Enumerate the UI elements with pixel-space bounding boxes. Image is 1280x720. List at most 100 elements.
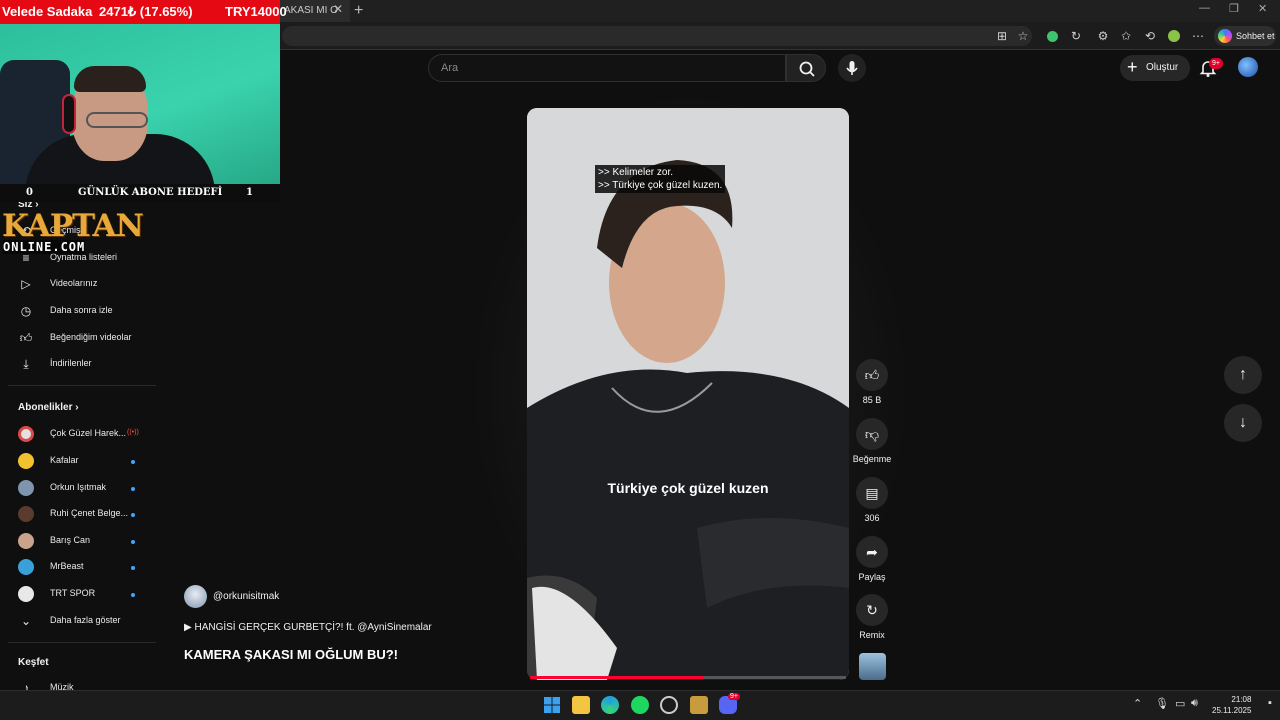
sidebar-item-label: Kafalar xyxy=(50,455,79,465)
search-icon xyxy=(799,61,815,77)
like-action[interactable]: 👍︎ 85 B xyxy=(852,359,892,405)
goal-label: GÜNLÜK ABONE HEDEFİ xyxy=(78,187,223,198)
download-icon: ⤓ xyxy=(23,357,29,371)
clock-time: 21:08 xyxy=(1231,695,1252,704)
sidebar-subscription-ruhi-cenet[interactable]: Ruhi Çenet Belge... xyxy=(0,501,160,527)
comment-count: 306 xyxy=(864,513,880,523)
sidebar-subscription-cok-guzel-hareketler[interactable]: Çok Güzel Harek... ((•)) xyxy=(0,421,160,447)
sidebar-subscription-orkun-isitmak[interactable]: Orkun Işıtmak xyxy=(0,475,160,501)
sidebar-item-label: Beğendiğim videolar xyxy=(50,332,132,342)
close-window-button[interactable]: ✕ xyxy=(1258,2,1267,15)
sidebar-subscription-baris-can[interactable]: Barış Can xyxy=(0,528,160,554)
remix-action[interactable]: ↻ Remix xyxy=(852,594,892,640)
search-button[interactable] xyxy=(786,54,826,82)
sidebar: Siz › ⟲ Geçmiş ≡ Oynatma listeleri ▷ Videol… xyxy=(0,195,160,695)
kaptan-logo: KAPTAN xyxy=(2,208,144,244)
sidebar-item-label: MrBeast xyxy=(50,561,84,571)
chevron-down-icon: ⌄ xyxy=(20,614,32,628)
system-clock[interactable]: 21:08 25.11.2025 xyxy=(1212,694,1251,716)
channel-avatar xyxy=(18,453,34,469)
sidebar-subscription-trt-spor[interactable]: TRT SPOR xyxy=(0,581,160,607)
file-explorer-icon[interactable] xyxy=(572,696,590,714)
sidebar-subscriptions-label: Abonelikler xyxy=(18,402,73,413)
edge-browser-icon[interactable] xyxy=(601,696,619,714)
copilot-icon xyxy=(1218,29,1232,43)
thumbs-up-icon[interactable]: 👍︎ xyxy=(856,359,888,391)
tray-chevron-icon[interactable]: ⌃ xyxy=(1133,697,1142,710)
sidebar-item-downloads[interactable]: ⤓ İndirilenler xyxy=(0,351,160,377)
share-icon[interactable]: ➦ xyxy=(856,536,888,568)
related-video-link[interactable]: ▶ HANGİSİ GERÇEK GURBETÇİ?! ft. @AyniSin… xyxy=(184,622,432,633)
dislike-action[interactable]: 👎︎ Beğenme xyxy=(852,418,892,464)
new-content-dot xyxy=(131,540,135,544)
url-field[interactable] xyxy=(282,26,1032,46)
sidebar-subscription-mrbeast[interactable]: MrBeast xyxy=(0,554,160,580)
volume-icon[interactable]: 🔊︎ xyxy=(1191,697,1198,710)
sidebar-show-more[interactable]: ⌄ Daha fazla göster xyxy=(0,608,160,634)
discord-badge: 9+ xyxy=(728,693,740,700)
webcam-feed xyxy=(0,24,280,184)
glasses xyxy=(86,112,148,128)
thumbs-down-icon[interactable]: 👎︎ xyxy=(856,418,888,450)
tab-close-icon[interactable]: ✕ xyxy=(333,2,343,16)
sidebar-item-label: Orkun Işıtmak xyxy=(50,482,107,492)
donation-overlay-bar: Velede Sadaka 2471₺ (17.65%) TRY14000 xyxy=(0,0,287,24)
refresh-extension-icon[interactable]: ↻ xyxy=(1068,28,1084,44)
comments-action[interactable]: ▤ 306 xyxy=(852,477,892,523)
search-input[interactable]: Ara xyxy=(428,54,786,82)
account-avatar[interactable] xyxy=(1238,57,1258,77)
voice-search-button[interactable] xyxy=(838,54,866,82)
kaptan-logo-domain: ONLINE.COM xyxy=(3,240,86,254)
arrow-down-icon: ↓ xyxy=(1239,414,1247,431)
subscriber-goal-bar: 0 GÜNLÜK ABONE HEDEFİ 1 xyxy=(0,184,280,202)
channel-avatar xyxy=(18,480,34,496)
comment-icon[interactable]: ▤ xyxy=(856,477,888,509)
next-short-button[interactable]: ↓ xyxy=(1224,404,1262,442)
video-progress-bar[interactable] xyxy=(530,676,846,679)
channel-avatar xyxy=(18,586,34,602)
caption-box: >> Kelimeler zor. >> Türkiye çok güzel k… xyxy=(595,165,726,193)
channel-avatar[interactable] xyxy=(184,585,207,608)
collections-icon[interactable]: ✩ xyxy=(1118,28,1134,44)
previous-short-button[interactable]: ↑ xyxy=(1224,356,1262,394)
windows-start-icon[interactable] xyxy=(543,696,561,714)
sidebar-item-your-videos[interactable]: ▷ Videolarınız xyxy=(0,271,160,297)
caption-line-2: >> Türkiye çok güzel kuzen. xyxy=(598,180,723,191)
video-progress-fill xyxy=(530,676,704,679)
microphone-icon xyxy=(846,61,858,75)
profile-icon[interactable] xyxy=(1166,28,1182,44)
plus-icon: + xyxy=(1127,57,1138,77)
arrow-up-icon: ↑ xyxy=(1239,366,1247,383)
goal-end: 1 xyxy=(246,187,253,198)
minimize-button[interactable]: — xyxy=(1199,2,1210,14)
shield-extension-icon[interactable] xyxy=(1044,28,1060,44)
favorite-star-icon[interactable]: ☆ xyxy=(1015,28,1031,44)
sidebar-item-liked-videos[interactable]: 👍︎ Beğendiğim videolar xyxy=(0,325,160,351)
sound-thumbnail[interactable] xyxy=(859,653,886,680)
spotify-icon[interactable] xyxy=(631,696,649,714)
remix-icon[interactable]: ↻ xyxy=(856,594,888,626)
microphone-tray-icon[interactable]: 🎙︎ xyxy=(1155,697,1169,710)
sidebar-subscription-kafalar[interactable]: Kafalar xyxy=(0,448,160,474)
chevron-right-icon: › xyxy=(75,402,79,413)
extensions-icon[interactable]: ⚙ xyxy=(1095,28,1111,44)
shorts-video-player[interactable] xyxy=(527,108,849,680)
thumbs-up-icon: 👍︎ xyxy=(19,331,33,345)
donation-amount: 2471₺ (17.65%) xyxy=(99,4,193,19)
league-launcher-icon[interactable] xyxy=(690,696,708,714)
restore-button[interactable]: ❐ xyxy=(1229,2,1239,15)
channel-avatar xyxy=(18,426,34,442)
share-action[interactable]: ➦ Paylaş xyxy=(852,536,892,582)
history-toolbar-icon[interactable]: ⟲ xyxy=(1142,28,1158,44)
new-content-dot xyxy=(131,513,135,517)
notification-center-icon[interactable]: ▪ xyxy=(1268,697,1272,709)
more-menu-icon[interactable]: ⋯ xyxy=(1190,28,1206,44)
channel-handle[interactable]: @orkunisitmak xyxy=(213,591,279,602)
network-icon[interactable]: ▭ xyxy=(1175,697,1185,710)
sidebar-item-watch-later[interactable]: ◷ Daha sonra izle xyxy=(0,298,160,324)
sidebar-subscriptions-heading[interactable]: Abonelikler › xyxy=(18,402,79,413)
new-tab-button[interactable]: + xyxy=(354,0,363,22)
sidebar-divider xyxy=(8,642,156,643)
app-available-icon[interactable]: ⊞ xyxy=(994,28,1010,44)
obs-icon[interactable] xyxy=(660,696,678,714)
